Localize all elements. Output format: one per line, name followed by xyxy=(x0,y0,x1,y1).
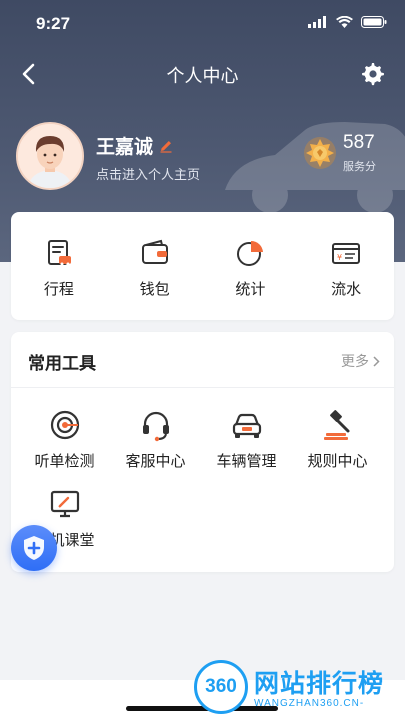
tools-title: 常用工具 xyxy=(28,354,96,373)
tools-header: 常用工具 更多 xyxy=(11,332,394,388)
tool-order-check[interactable]: 听单检测 xyxy=(19,408,110,471)
nav-bar: 个人中心 xyxy=(0,52,405,96)
car-icon xyxy=(232,413,261,438)
quick-item-statistics[interactable]: 统计 xyxy=(203,212,299,320)
tool-label-order-check: 听单检测 xyxy=(34,453,95,470)
svg-text:¥: ¥ xyxy=(337,253,342,262)
tool-customer-service[interactable]: 客服中心 xyxy=(110,408,201,471)
tool-rules-center[interactable]: 规则中心 xyxy=(292,408,383,471)
status-icons xyxy=(308,16,387,28)
safety-shield-button[interactable] xyxy=(11,525,57,571)
more-tools-button[interactable]: 更多 xyxy=(341,351,380,371)
profile-homepage-link[interactable]: 点击进入个人主页 xyxy=(96,164,200,183)
service-score[interactable]: 587 服务分 xyxy=(303,130,389,178)
score-value: 587 xyxy=(343,132,375,153)
shield-plus-icon xyxy=(24,536,44,560)
page-title: 个人中心 xyxy=(166,66,239,86)
common-tools-card: 常用工具 更多 听单检测 客服中心 车辆管理 规则中心 司机课堂 xyxy=(11,332,394,572)
gavel-icon xyxy=(323,410,349,440)
classroom-icon xyxy=(50,490,79,518)
quick-item-bill[interactable]: ¥ 流水 xyxy=(298,212,394,320)
headset-icon xyxy=(142,411,169,442)
quick-label-statistics: 统计 xyxy=(235,281,266,298)
trip-icon xyxy=(47,240,71,266)
quick-item-wallet[interactable]: 钱包 xyxy=(107,212,203,320)
bill-icon: ¥ xyxy=(332,243,361,264)
battery-icon xyxy=(361,16,387,28)
bottom-safe-area xyxy=(0,680,405,720)
order-check-icon xyxy=(50,410,79,440)
quick-label-wallet: 钱包 xyxy=(139,281,170,298)
tool-label-customer-service: 客服中心 xyxy=(125,453,186,470)
tool-vehicle-management[interactable]: 车辆管理 xyxy=(201,408,292,471)
home-indicator[interactable] xyxy=(126,706,278,711)
status-time: 9:27 xyxy=(36,14,71,33)
avatar[interactable] xyxy=(16,122,84,190)
tool-label-rules-center: 规则中心 xyxy=(307,453,368,470)
status-bar: 9:27 xyxy=(0,0,405,48)
score-label: 服务分 xyxy=(343,161,376,173)
quick-label-bill: 流水 xyxy=(331,281,362,298)
quick-label-trip: 行程 xyxy=(43,281,74,298)
settings-button[interactable] xyxy=(357,58,389,90)
quick-actions-card: 行程 钱包 统计 ¥ 流水 xyxy=(11,212,394,320)
signal-icon xyxy=(308,16,326,28)
tool-label-vehicle-management: 车辆管理 xyxy=(216,453,277,470)
quick-item-trip[interactable]: 行程 xyxy=(11,212,107,320)
avatar-illustration-icon xyxy=(18,124,82,188)
more-label: 更多 xyxy=(341,353,369,369)
gear-icon xyxy=(362,63,384,86)
profile-name: 王嘉诚 xyxy=(96,137,154,158)
statistics-icon xyxy=(237,240,264,266)
edit-pencil-icon[interactable] xyxy=(159,139,173,153)
wallet-icon xyxy=(141,239,168,264)
profile-name-row[interactable]: 王嘉诚 xyxy=(96,132,173,159)
profile-section: 王嘉诚 点击进入个人主页 587 服务分 xyxy=(16,122,389,192)
chevron-right-icon xyxy=(373,355,380,367)
wifi-icon xyxy=(336,16,353,28)
score-medal-icon xyxy=(304,137,336,169)
